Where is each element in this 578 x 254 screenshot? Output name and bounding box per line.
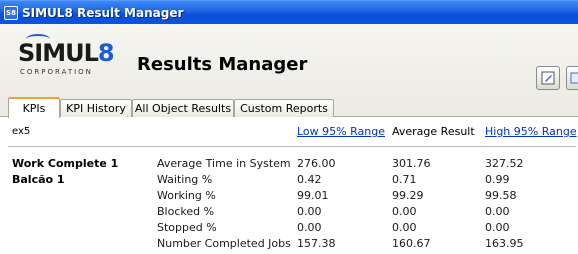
tab-custom-reports[interactable]: Custom Reports: [234, 99, 334, 117]
tab-kpis[interactable]: KPIs: [8, 97, 60, 118]
result-high-value: 99.58: [485, 189, 517, 202]
result-average-value: 160.67: [392, 237, 431, 250]
result-metric: Average Time in System: [157, 157, 291, 170]
result-low-value: 99.01: [297, 189, 329, 202]
result-high-value: 0.00: [485, 205, 510, 218]
average-result-column-header: Average Result: [392, 125, 475, 138]
result-low-value: 157.38: [297, 237, 336, 250]
edit-icon: [541, 71, 555, 85]
simul8-logo: SIMUL8 CORPORATION: [18, 34, 115, 86]
result-metric: Blocked %: [157, 205, 215, 218]
edit-button[interactable]: [536, 66, 560, 90]
window-titlebar[interactable]: S8 SIMUL8 Result Manager: [0, 0, 578, 24]
result-metric: Stopped %: [157, 221, 217, 234]
page-title: Results Manager: [137, 54, 308, 75]
logo-swoosh: [26, 34, 50, 44]
result-metric: Number Completed Jobs: [157, 237, 291, 250]
result-low-value: 0.00: [297, 221, 322, 234]
window-title: SIMUL8 Result Manager: [22, 5, 184, 20]
results-panel: ex5 Low 95% Range Average Result High 95…: [0, 118, 578, 254]
result-average-value: 0.00: [392, 221, 417, 234]
scenario-name: ex5: [12, 126, 31, 137]
high-range-column-link[interactable]: High 95% Range: [485, 125, 577, 138]
copy-button[interactable]: [566, 66, 578, 90]
tab-kpi-history[interactable]: KPI History: [60, 99, 132, 117]
logo-subtitle: CORPORATION: [20, 68, 93, 76]
result-average-value: 99.29: [392, 189, 424, 202]
result-low-value: 0.00: [297, 205, 322, 218]
result-high-value: 0.99: [485, 173, 510, 186]
copy-icon: [570, 72, 578, 84]
header-divider: [8, 146, 576, 147]
tab-all-object-results[interactable]: All Object Results: [132, 99, 234, 117]
result-metric: Waiting %: [157, 173, 213, 186]
result-high-value: 0.00: [485, 221, 510, 234]
result-average-value: 0.71: [392, 173, 417, 186]
low-range-column-link[interactable]: Low 95% Range: [297, 125, 385, 138]
result-object-name[interactable]: Work Complete 1: [12, 157, 118, 170]
result-high-value: 163.95: [485, 237, 524, 250]
logo-wordmark-digit: 8: [97, 39, 115, 67]
result-object-name[interactable]: Balcão 1: [12, 173, 65, 186]
result-metric: Working %: [157, 189, 216, 202]
result-average-value: 301.76: [392, 157, 431, 170]
app-icon: S8: [4, 5, 18, 20]
result-high-value: 327.52: [485, 157, 524, 170]
tab-strip: KPIs KPI History All Object Results Cust…: [0, 97, 578, 118]
result-average-value: 0.00: [392, 205, 417, 218]
result-low-value: 0.42: [297, 173, 322, 186]
header: SIMUL8 CORPORATION Results Manager: [0, 24, 578, 102]
result-low-value: 276.00: [297, 157, 336, 170]
